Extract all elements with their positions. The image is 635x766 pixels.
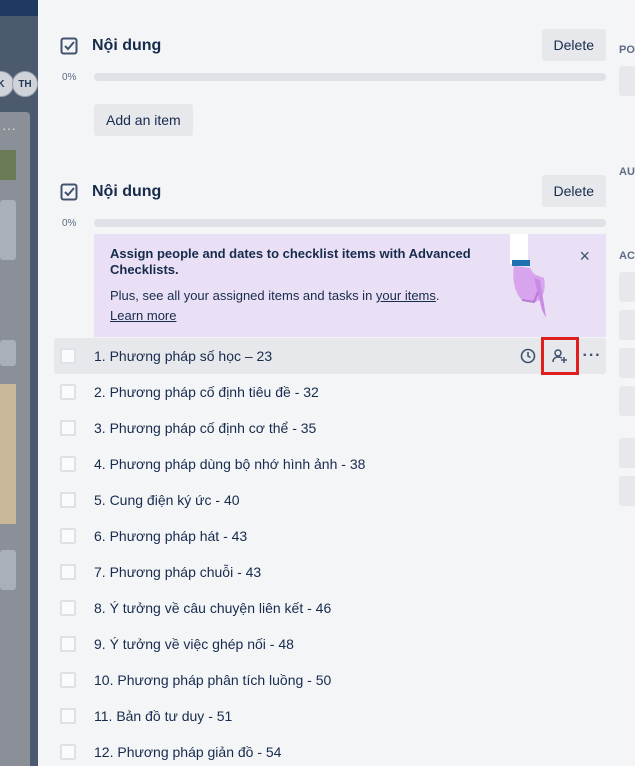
assign-member-icon[interactable]: [541, 337, 579, 375]
delete-checklist-button[interactable]: Delete: [541, 29, 606, 61]
item-checkbox[interactable]: [60, 600, 76, 616]
member-avatar[interactable]: TH: [12, 71, 38, 97]
promo-title: Assign people and dates to checklist ite…: [110, 246, 471, 277]
checklist-item[interactable]: 1. Phương pháp số học – 23 ···: [54, 337, 606, 375]
sidebar-section-label: AC: [619, 250, 635, 262]
item-checkbox[interactable]: [60, 384, 76, 400]
checklist-icon: [60, 183, 78, 201]
board-card[interactable]: [0, 550, 16, 590]
checklist-item[interactable]: 10. Phương pháp phân tích luồng - 50: [54, 662, 606, 698]
delete-checklist-button[interactable]: Delete: [541, 175, 606, 207]
item-label[interactable]: 10. Phương pháp phân tích luồng - 50: [94, 672, 331, 688]
checklist-progress-bar: [94, 73, 606, 81]
checklist-item[interactable]: 8. Ý tưởng về câu chuyện liên kết - 46: [54, 590, 606, 626]
checklist-title[interactable]: Nội dung: [92, 183, 161, 201]
item-label[interactable]: 1. Phương pháp số học – 23: [94, 348, 272, 364]
learn-more-link[interactable]: Learn more: [110, 308, 176, 323]
sidebar-button[interactable]: [619, 438, 635, 468]
item-checkbox[interactable]: [60, 420, 76, 436]
board-card[interactable]: [0, 200, 16, 260]
list-menu-icon[interactable]: ···: [2, 120, 16, 136]
item-label[interactable]: 5. Cung điện ký ức - 40: [94, 492, 240, 508]
pointing-hand-illustration: [510, 234, 546, 318]
item-checkbox[interactable]: [60, 348, 76, 364]
item-label[interactable]: 6. Phương pháp hát - 43: [94, 528, 247, 544]
checklist-item[interactable]: 6. Phương pháp hát - 43: [54, 518, 606, 554]
sidebar-button[interactable]: [619, 310, 635, 340]
item-label[interactable]: 7. Phương pháp chuỗi - 43: [94, 564, 261, 580]
checklist-icon: [60, 37, 78, 55]
item-label[interactable]: 11. Bản đồ tư duy - 51: [94, 708, 232, 724]
checklist-header: Nội dung Delete: [60, 175, 606, 209]
item-checkbox[interactable]: [60, 636, 76, 652]
checklist-item[interactable]: 7. Phương pháp chuỗi - 43: [54, 554, 606, 590]
item-checkbox[interactable]: [60, 672, 76, 688]
sidebar-section-label: PO: [619, 44, 635, 56]
your-items-link[interactable]: your items: [376, 288, 436, 303]
card-sidebar: PO AU AC: [619, 0, 635, 766]
close-icon[interactable]: ×: [579, 247, 590, 265]
item-label[interactable]: 8. Ý tưởng về câu chuyện liên kết - 46: [94, 600, 331, 616]
checklist-item[interactable]: 3. Phương pháp cố định cơ thể - 35: [54, 410, 606, 446]
sidebar-button[interactable]: [619, 476, 635, 506]
board-header-strip: [0, 0, 38, 16]
sidebar-button[interactable]: [619, 272, 635, 302]
advanced-checklists-promo: Assign people and dates to checklist ite…: [94, 234, 606, 337]
due-date-clock-icon[interactable]: [514, 342, 542, 370]
checklist-item[interactable]: 4. Phương pháp dùng bộ nhớ hình ảnh - 38: [54, 446, 606, 482]
checklist-item[interactable]: 12. Phương pháp giản đồ - 54: [54, 734, 606, 766]
item-label[interactable]: 3. Phương pháp cố định cơ thể - 35: [94, 420, 316, 436]
checklist-item[interactable]: 5. Cung điện ký ức - 40: [54, 482, 606, 518]
sidebar-section-label: AU: [619, 166, 635, 178]
checklist-item[interactable]: 2. Phương pháp cố định tiêu đề - 32: [54, 374, 606, 410]
item-label[interactable]: 2. Phương pháp cố định tiêu đề - 32: [94, 384, 319, 400]
sidebar-button[interactable]: [619, 348, 635, 378]
sidebar-button[interactable]: [619, 386, 635, 416]
item-checkbox[interactable]: [60, 456, 76, 472]
checklist-title[interactable]: Nội dung: [92, 37, 161, 55]
item-checkbox[interactable]: [60, 564, 76, 580]
item-label[interactable]: 12. Phương pháp giản đồ - 54: [94, 744, 281, 760]
item-checkbox[interactable]: [60, 492, 76, 508]
item-label[interactable]: 4. Phương pháp dùng bộ nhớ hình ảnh - 38: [94, 456, 365, 472]
card-cover-image: [0, 384, 16, 524]
checklist-progress-percent: 0%: [62, 72, 77, 83]
checklist-item[interactable]: 11. Bản đồ tư duy - 51: [54, 698, 606, 734]
item-actions: ···: [514, 337, 606, 375]
checklist-item[interactable]: 9. Ý tưởng về việc ghép nối - 48: [54, 626, 606, 662]
item-checkbox[interactable]: [60, 528, 76, 544]
item-label[interactable]: 9. Ý tưởng về việc ghép nối - 48: [94, 636, 294, 652]
checklist-header: Nội dung Delete: [60, 29, 606, 63]
promo-body: Plus, see all your assigned items and ta…: [110, 288, 440, 303]
board-card[interactable]: [0, 340, 16, 366]
checklist-progress-bar: [94, 219, 606, 227]
item-checkbox[interactable]: [60, 708, 76, 724]
card-detail-modal: Nội dung Delete 0% Add an item Nội dung …: [38, 0, 619, 766]
board-background: K TH ···: [0, 0, 38, 766]
checklist-progress-percent: 0%: [62, 218, 77, 229]
item-checkbox[interactable]: [60, 744, 76, 760]
add-item-button[interactable]: Add an item: [94, 104, 193, 136]
more-actions-icon[interactable]: ···: [578, 342, 606, 370]
sidebar-button[interactable]: [619, 66, 635, 96]
card-cover-image: [0, 150, 16, 180]
